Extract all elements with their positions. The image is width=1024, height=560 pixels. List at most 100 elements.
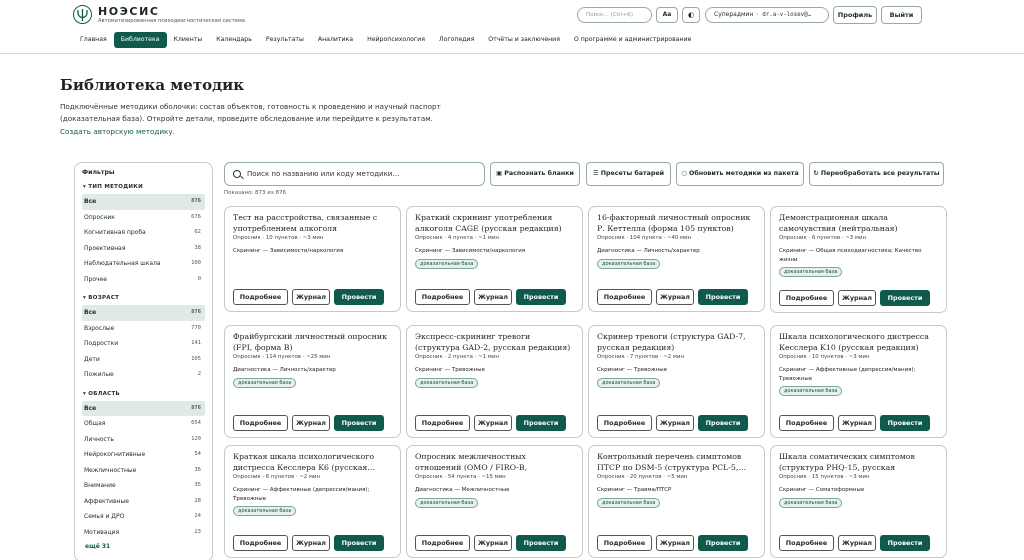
nav-tab[interactable]: Аналитика — [311, 32, 360, 48]
nav-tab[interactable]: Отчёты и заключения — [481, 32, 567, 48]
filter-group-heading[interactable]: ▾ ВОЗРАСТ — [83, 295, 205, 301]
global-search-input[interactable]: Поиск… (Ctrl+K) — [577, 7, 652, 23]
method-title[interactable]: 16-факторный личностный опросник Р. Кетт… — [597, 213, 756, 234]
method-title[interactable]: Фрайбургский личностный опросник (FPI, ф… — [233, 332, 392, 353]
method-title[interactable]: Краткая шкала психологического дистресса… — [233, 452, 392, 473]
filter-item[interactable]: Подростки 141 — [82, 336, 205, 352]
run-button[interactable]: Провести — [516, 289, 566, 305]
method-title[interactable]: Скринер тревоги (структура GAD-7, русска… — [597, 332, 756, 353]
user-chip[interactable]: Суперадмин · dr.a-v-losev@… — [705, 7, 829, 23]
filter-item[interactable]: Опросник 676 — [82, 210, 205, 226]
journal-button[interactable]: Журнал — [292, 535, 330, 551]
details-button[interactable]: Подробнее — [233, 535, 288, 551]
details-button[interactable]: Подробнее — [233, 289, 288, 305]
run-button[interactable]: Провести — [698, 535, 748, 551]
filter-item[interactable]: Личность 120 — [82, 432, 205, 448]
method-title[interactable]: Тест на расстройства, связанные с употре… — [233, 213, 392, 234]
method-title[interactable]: Опросник межличностных отношений (ОМО / … — [415, 452, 574, 473]
filter-item[interactable]: Когнитивная проба 62 — [82, 225, 205, 241]
filter-item[interactable]: Прочее 0 — [82, 272, 205, 288]
details-button[interactable]: Подробнее — [415, 415, 470, 431]
font-size-button[interactable]: Aa — [656, 7, 678, 23]
journal-button[interactable]: Журнал — [656, 415, 694, 431]
run-button[interactable]: Провести — [334, 289, 384, 305]
journal-button[interactable]: Журнал — [838, 415, 876, 431]
update-methods-button[interactable]: ○ Обновить методики из пакета — [676, 162, 804, 186]
method-card: Демонстрационная шкала самочувствия (ней… — [770, 206, 947, 313]
run-button[interactable]: Провести — [516, 535, 566, 551]
nav-tab[interactable]: Логопедия — [432, 32, 481, 48]
filter-item[interactable]: Все 876 — [82, 194, 205, 210]
details-button[interactable]: Подробнее — [597, 289, 652, 305]
filter-item[interactable]: Межличностные 36 — [82, 463, 205, 479]
run-button[interactable]: Провести — [880, 415, 930, 431]
method-title[interactable]: Демонстрационная шкала самочувствия (ней… — [779, 213, 938, 234]
method-title[interactable]: Краткий скрининг употребления алкоголя C… — [415, 213, 574, 234]
run-button[interactable]: Провести — [334, 535, 384, 551]
filter-group-heading[interactable]: ▾ ТИП МЕТОДИКИ — [83, 184, 205, 190]
nav-tab[interactable]: Результаты — [259, 32, 311, 48]
method-search-input[interactable]: Поиск по названию или коду методики… — [224, 162, 485, 186]
logout-button[interactable]: Выйти — [881, 6, 922, 24]
run-button[interactable]: Провести — [334, 415, 384, 431]
filter-item[interactable]: Все 876 — [82, 305, 205, 321]
journal-button[interactable]: Журнал — [838, 535, 876, 551]
run-button[interactable]: Провести — [516, 415, 566, 431]
filter-group-heading[interactable]: ▾ ОБЛАСТЬ — [83, 391, 205, 397]
method-title[interactable]: Экспресс-скрининг тревоги (структура GAD… — [415, 332, 574, 353]
battery-presets-button[interactable]: ☰ Пресеты батарей — [586, 162, 671, 186]
journal-button[interactable]: Журнал — [474, 535, 512, 551]
details-button[interactable]: Подробнее — [233, 415, 288, 431]
filter-item[interactable]: Нейрокогнитивные 54 — [82, 447, 205, 463]
journal-button[interactable]: Журнал — [656, 535, 694, 551]
nav-divider — [0, 53, 1024, 54]
nav-tab[interactable]: О программе и администрирование — [567, 32, 698, 48]
journal-button[interactable]: Журнал — [838, 290, 876, 306]
filter-item[interactable]: Взрослые 770 — [82, 321, 205, 337]
details-button[interactable]: Подробнее — [779, 535, 834, 551]
create-method-link[interactable]: Создать авторскую методику. — [60, 127, 175, 136]
method-title[interactable]: Шкала психологического дистресса Кесслер… — [779, 332, 938, 353]
filters-more-link[interactable]: ещё 31 — [85, 543, 205, 550]
journal-button[interactable]: Журнал — [474, 289, 512, 305]
run-button[interactable]: Провести — [880, 535, 930, 551]
details-button[interactable]: Подробнее — [597, 535, 652, 551]
recognize-forms-button[interactable]: ▣ Распознать бланки — [490, 162, 580, 186]
filter-item[interactable]: Наблюдательная шкала 100 — [82, 256, 205, 272]
filter-item[interactable]: Семья и ДРО 24 — [82, 509, 205, 525]
nav-tab[interactable]: Клиенты — [167, 32, 210, 48]
nav-tab[interactable]: Библиотека — [113, 32, 167, 48]
psi-logo-icon[interactable] — [73, 5, 92, 24]
journal-button[interactable]: Журнал — [474, 415, 512, 431]
evidence-badge: доказательная база — [597, 258, 661, 269]
journal-button[interactable]: Журнал — [292, 289, 330, 305]
reprocess-results-button[interactable]: ↻ Переобработать все результаты — [809, 162, 944, 186]
filter-item[interactable]: Аффективные 28 — [82, 494, 205, 510]
journal-button[interactable]: Журнал — [292, 415, 330, 431]
filter-item[interactable]: Мотивация 23 — [82, 525, 205, 541]
method-title[interactable]: Шкала соматических симптомов (структура … — [779, 452, 938, 473]
filter-item[interactable]: Все 876 — [82, 400, 205, 416]
nav-tab[interactable]: Нейропсихология — [360, 32, 432, 48]
profile-button[interactable]: Профиль — [833, 6, 877, 24]
method-title[interactable]: Контрольный перечень симптомов ПТСР по D… — [597, 452, 756, 473]
details-button[interactable]: Подробнее — [779, 290, 834, 306]
details-button[interactable]: Подробнее — [415, 535, 470, 551]
nav-tab[interactable]: Календарь — [209, 32, 259, 48]
run-button[interactable]: Провести — [698, 415, 748, 431]
journal-button[interactable]: Журнал — [656, 289, 694, 305]
details-button[interactable]: Подробнее — [415, 289, 470, 305]
run-button[interactable]: Провести — [880, 290, 930, 306]
details-button[interactable]: Подробнее — [597, 415, 652, 431]
run-button[interactable]: Провести — [698, 289, 748, 305]
card-actions: Подробнее Журнал Провести — [415, 289, 566, 305]
theme-toggle-button[interactable]: ◐ — [682, 7, 700, 23]
method-category: Скрининг — Аффективные (депрессия/мания)… — [779, 367, 916, 382]
filter-item[interactable]: Дети 105 — [82, 352, 205, 368]
nav-tab[interactable]: Главная — [73, 32, 114, 48]
filter-item[interactable]: Пожилые 2 — [82, 367, 205, 383]
filter-item[interactable]: Внимание 35 — [82, 478, 205, 494]
filter-item[interactable]: Проективная 38 — [82, 241, 205, 257]
details-button[interactable]: Подробнее — [779, 415, 834, 431]
filter-item[interactable]: Общая 654 — [82, 416, 205, 432]
